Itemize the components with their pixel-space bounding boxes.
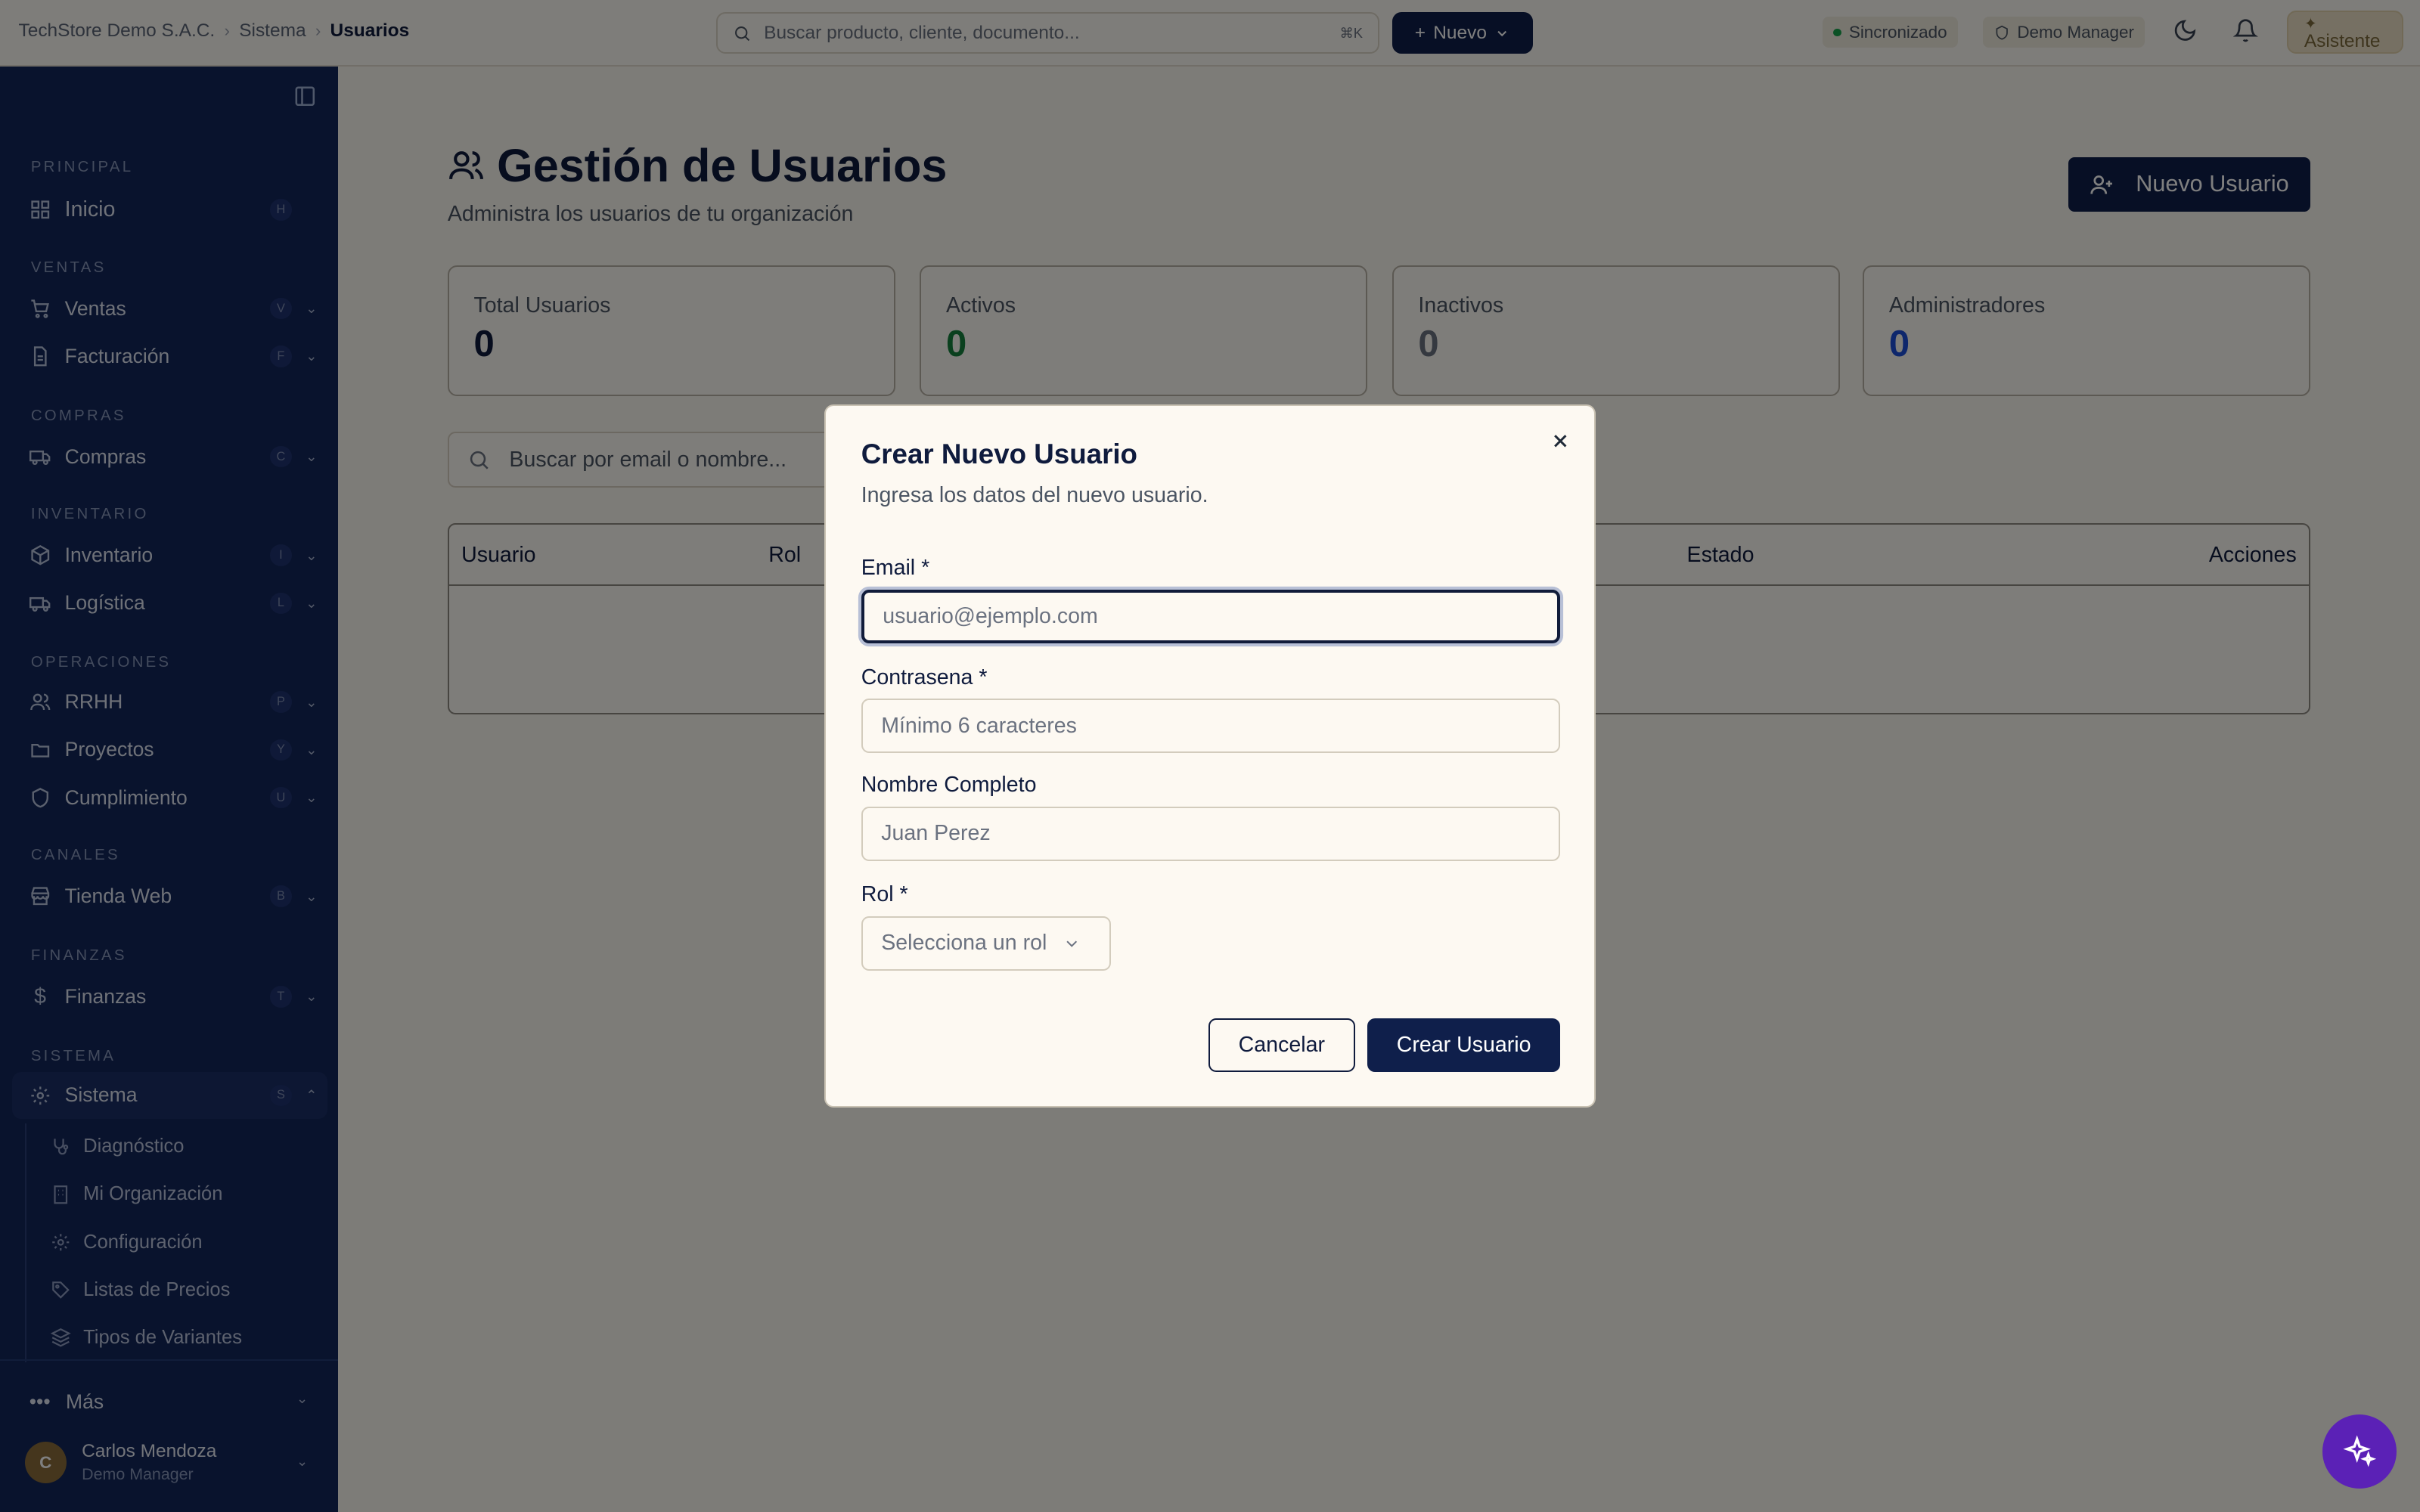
app-root: TechStore Demo S.A.C. › Sistema › Usuari… [0, 0, 2420, 1512]
create-user-button[interactable]: Crear Usuario [1367, 1018, 1561, 1073]
cancel-button[interactable]: Cancelar [1208, 1018, 1355, 1073]
close-button[interactable] [1550, 430, 1571, 452]
email-label: Email * [861, 555, 930, 580]
chevron-down-icon [1066, 940, 1077, 947]
email-field[interactable] [861, 589, 1561, 643]
role-label: Rol * [861, 882, 908, 907]
ai-assistant-fab[interactable] [2322, 1414, 2397, 1489]
sparkles-icon [2343, 1435, 2377, 1467]
full-name-field[interactable] [861, 807, 1561, 861]
close-icon [1553, 435, 1567, 448]
password-label: Contrasena * [861, 665, 988, 689]
password-field[interactable] [861, 699, 1561, 753]
role-select-value: Selecciona un rol [881, 931, 1047, 956]
dialog-subtitle: Ingresa los datos del nuevo usuario. [861, 482, 1208, 507]
full-name-label: Nombre Completo [861, 773, 1037, 798]
dialog-title: Crear Nuevo Usuario [861, 438, 1137, 469]
create-user-dialog: Crear Nuevo Usuario Ingresa los datos de… [824, 404, 1596, 1108]
role-select[interactable]: Selecciona un rol [861, 916, 1112, 971]
